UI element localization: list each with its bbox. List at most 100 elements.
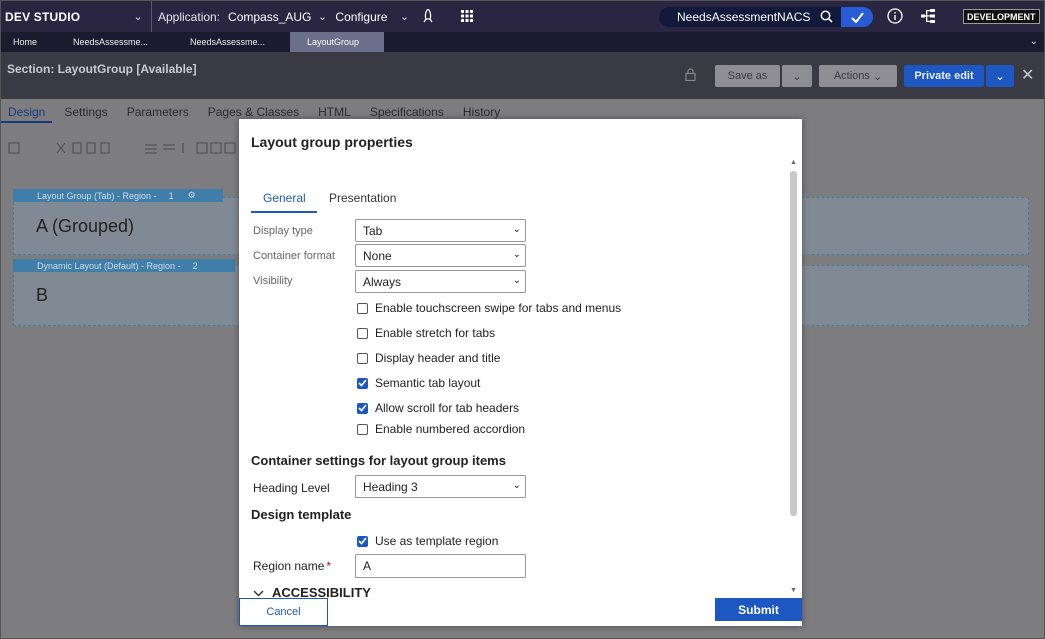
- chevron-down-icon[interactable]: ⌄: [1030, 36, 1038, 47]
- tab-parameters[interactable]: Parameters: [120, 99, 196, 123]
- heading-level-select[interactable]: Heading 3 ⌄: [355, 475, 526, 498]
- save-as-button[interactable]: Save as: [715, 65, 780, 87]
- info-icon[interactable]: [886, 7, 904, 25]
- doc-tab[interactable]: NeedsAssessme...: [53, 32, 170, 52]
- checkbox-box[interactable]: [357, 402, 368, 414]
- region-b-bar-label: Dynamic Layout (Default) - Region -: [37, 260, 181, 271]
- cancel-button[interactable]: Cancel: [239, 598, 328, 626]
- actions-button[interactable]: Actions ⌄: [819, 65, 897, 87]
- checkbox-semantic-tab-layout[interactable]: Semantic tab layout: [357, 376, 480, 390]
- top-bar: DEV STUDIO ⌄ Application: Compass_AUG ⌄ …: [1, 1, 1044, 32]
- checkbox-allow-scroll[interactable]: Allow scroll for tab headers: [357, 401, 519, 415]
- chevron-down-icon: ⌄: [512, 249, 521, 260]
- container-format-label: Container format: [253, 250, 335, 262]
- tab-general[interactable]: General: [263, 191, 306, 205]
- visibility-label: Visibility: [253, 275, 293, 287]
- search-value: NeedsAssessmentNACS: [677, 10, 811, 24]
- actions-label: Actions: [833, 70, 870, 82]
- checkbox-box[interactable]: [357, 423, 368, 435]
- divider: [151, 1, 152, 32]
- checkbox-label: Enable numbered accordion: [375, 422, 526, 436]
- visibility-select[interactable]: Always ⌄: [355, 270, 526, 293]
- container-format-value: None: [363, 248, 392, 263]
- region-a-bar-label: Layout Group (Tab) - Region -: [37, 190, 157, 201]
- tab-design[interactable]: Design: [1, 99, 53, 123]
- display-type-value: Tab: [363, 223, 383, 238]
- search-icon[interactable]: [820, 10, 833, 26]
- save-as-dropdown-button[interactable]: ⌄: [782, 65, 812, 87]
- application-name: Compass_AUG: [228, 9, 312, 24]
- region-b-text: B: [36, 285, 49, 305]
- checkbox-touchscreen-swipe[interactable]: Enable touchscreen swipe for tabs and me…: [357, 301, 621, 315]
- checkbox-label: Enable stretch for tabs: [375, 326, 496, 340]
- region-name-input[interactable]: A: [355, 554, 526, 578]
- submit-button[interactable]: Submit: [715, 598, 802, 621]
- checkbox-display-header[interactable]: Display header and title: [357, 351, 500, 365]
- chevron-down-icon: ⌄: [512, 275, 521, 286]
- heading-level-value: Heading 3: [363, 479, 418, 494]
- doc-tab[interactable]: NeedsAssessme...: [170, 32, 290, 52]
- tab-settings[interactable]: Settings: [57, 99, 114, 123]
- private-edit-dropdown-button[interactable]: ⌄: [986, 65, 1014, 87]
- application-switcher[interactable]: Application: Compass_AUG ⌄: [158, 10, 329, 24]
- rocket-icon[interactable]: [419, 7, 437, 25]
- container-format-select[interactable]: None ⌄: [355, 244, 526, 267]
- brand-label: DEV STUDIO: [5, 9, 81, 24]
- region-name-value: A: [363, 559, 372, 573]
- region-b-bar-number: 2: [192, 260, 198, 271]
- doc-tab[interactable]: Home: [1, 32, 53, 52]
- checkbox-stretch-tabs[interactable]: Enable stretch for tabs: [357, 326, 495, 340]
- checkbox-box[interactable]: [357, 377, 368, 389]
- gear-icon[interactable]: ⚙: [188, 190, 196, 201]
- active-tab-indicator: [251, 211, 317, 213]
- display-type-select[interactable]: Tab ⌄: [355, 219, 526, 242]
- grid-apps-icon[interactable]: [458, 7, 476, 25]
- region-a-bar-number: 1: [168, 190, 174, 201]
- editor-toolbar: [5, 141, 275, 157]
- required-marker: *: [326, 559, 332, 573]
- region-name-label: Region name *: [253, 559, 331, 573]
- checkbox-label: Display header and title: [375, 351, 501, 365]
- lock-icon: [685, 68, 699, 82]
- display-type-label: Display type: [253, 225, 313, 237]
- visibility-value: Always: [363, 274, 402, 289]
- environment-badge: DEVELOPMENT: [963, 9, 1040, 24]
- checkbox-label: Enable touchscreen swipe for tabs and me…: [375, 301, 622, 315]
- checkbox-box[interactable]: [357, 327, 368, 339]
- checkbox-box[interactable]: [357, 352, 368, 364]
- region-b-bar[interactable]: Dynamic Layout (Default) - Region - 2: [13, 259, 235, 272]
- configure-menu[interactable]: Configure ⌄: [335, 10, 411, 24]
- checkbox-box[interactable]: [357, 535, 368, 547]
- scroll-up-icon[interactable]: ▲: [789, 159, 798, 166]
- chevron-down-icon: ⌄: [399, 11, 410, 23]
- configure-label: Configure: [335, 9, 388, 24]
- scrollbar-thumb[interactable]: [790, 171, 797, 516]
- close-icon[interactable]: ✕: [1021, 65, 1034, 85]
- dialog-scrollbar[interactable]: ▲ ▼: [789, 159, 798, 599]
- dialog-title: Layout group properties: [251, 134, 413, 150]
- checkbox-use-as-template-region[interactable]: Use as template region: [357, 534, 498, 548]
- hierarchy-icon[interactable]: [919, 7, 937, 25]
- document-tabs: Home NeedsAssessme... NeedsAssessme... L…: [1, 32, 1044, 52]
- brand-chevron-down-icon[interactable]: ⌄: [131, 10, 145, 23]
- chevron-down-icon: ⌄: [317, 11, 328, 23]
- application-label: Application:: [158, 9, 221, 24]
- doc-tab-active[interactable]: LayoutGroup: [290, 32, 384, 52]
- global-search[interactable]: NeedsAssessmentNACS: [659, 7, 873, 27]
- private-edit-button[interactable]: Private edit: [904, 65, 984, 87]
- checkbox-box[interactable]: [357, 302, 368, 314]
- checkbox-label: Semantic tab layout: [375, 376, 481, 390]
- checkbox-numbered-accordion[interactable]: Enable numbered accordion: [357, 422, 525, 436]
- region-a-bar[interactable]: Layout Group (Tab) - Region - 1 ⚙: [13, 189, 223, 202]
- app-frame: DEV STUDIO ⌄ Application: Compass_AUG ⌄ …: [0, 0, 1045, 639]
- chevron-down-icon: ⌄: [512, 224, 521, 235]
- scroll-down-icon[interactable]: ▼: [789, 587, 798, 594]
- heading-level-label: Heading Level: [253, 481, 330, 495]
- tab-presentation[interactable]: Presentation: [329, 191, 396, 205]
- region-a-text: A (Grouped): [36, 216, 135, 236]
- checkmark-icon[interactable]: [841, 7, 873, 27]
- region-name-label-text: Region name: [253, 559, 325, 573]
- checkbox-label: Use as template region: [375, 534, 499, 548]
- chevron-down-icon: ⌄: [512, 480, 521, 491]
- section-header: Section: LayoutGroup [Available] Save as…: [1, 52, 1044, 99]
